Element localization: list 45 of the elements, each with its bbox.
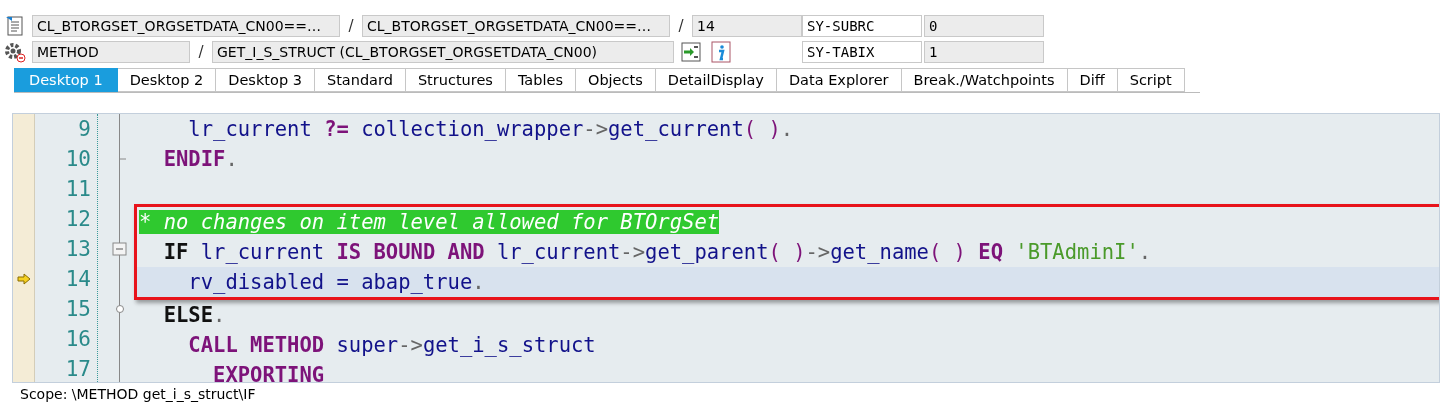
tab[interactable]: Desktop 2 (117, 68, 217, 92)
tab[interactable]: Standard (314, 68, 406, 92)
readonly-field: GET_I_S_STRUCT (CL_BTORGSET_ORGSETDATA_CN00) (212, 41, 674, 63)
separator-slash: / (347, 17, 355, 35)
variable-value-field: 1 (924, 41, 1044, 63)
line-number: 15 (64, 296, 92, 323)
tab[interactable]: Script (1117, 68, 1185, 92)
document-icon (4, 15, 26, 37)
code-line: EXPORTING (212, 362, 326, 382)
readonly-field: METHOD (32, 41, 190, 63)
code-line: ELSE. (162, 302, 227, 329)
line-number: 13 (64, 236, 92, 263)
fold-marker-icon[interactable] (110, 239, 130, 259)
line-number: 14 (64, 266, 92, 293)
code-line: CALL METHOD super->get_i_s_struct (187, 332, 597, 359)
info-icon[interactable] (710, 41, 732, 63)
line-number: 11 (64, 176, 92, 203)
code-line: IF lr_current IS BOUND AND lr_current->get_parent( )->get_name( ) EQ 'BTAdminI'. (162, 239, 1153, 266)
line-number: 17 (64, 356, 92, 382)
tab[interactable]: Desktop 3 (216, 68, 315, 92)
tab[interactable]: Structures (405, 68, 506, 92)
readonly-field: CL_BTORGSET_ORGSETDATA_CN00==… (362, 15, 670, 37)
readonly-field: 14 (692, 15, 802, 37)
tab[interactable]: Objects (575, 68, 656, 92)
code-line: lr_current ?= collection_wrapper->get_current( ). (187, 116, 795, 143)
tab[interactable]: Data Explorer (776, 68, 902, 92)
readonly-field: CL_BTORGSET_ORGSETDATA_CN00==… (32, 15, 340, 37)
line-number: 16 (64, 326, 92, 353)
tab[interactable]: Tables (505, 68, 576, 92)
code-line: ENDIF. (162, 146, 239, 173)
variable-name-field[interactable]: SY-TABIX (802, 41, 922, 63)
gear-icon (4, 41, 26, 63)
current-line-arrow-icon (16, 273, 31, 285)
tab[interactable]: Break./Watchpoints (901, 68, 1068, 92)
tab[interactable]: DetailDisplay (655, 68, 777, 92)
tab[interactable]: Diff (1067, 68, 1118, 92)
variable-name-field[interactable]: SY-SUBRC (802, 15, 922, 37)
separator-slash: / (677, 17, 685, 35)
separator-slash: / (197, 43, 205, 61)
variable-value-field: 0 (924, 15, 1044, 37)
jump-icon[interactable] (680, 41, 702, 63)
line-number: 12 (64, 206, 92, 233)
status-bar-text: Scope: \METHOD get_i_s_struct\IF (19, 385, 257, 402)
line-number: 10 (64, 146, 92, 173)
line-number: 9 (77, 116, 92, 143)
